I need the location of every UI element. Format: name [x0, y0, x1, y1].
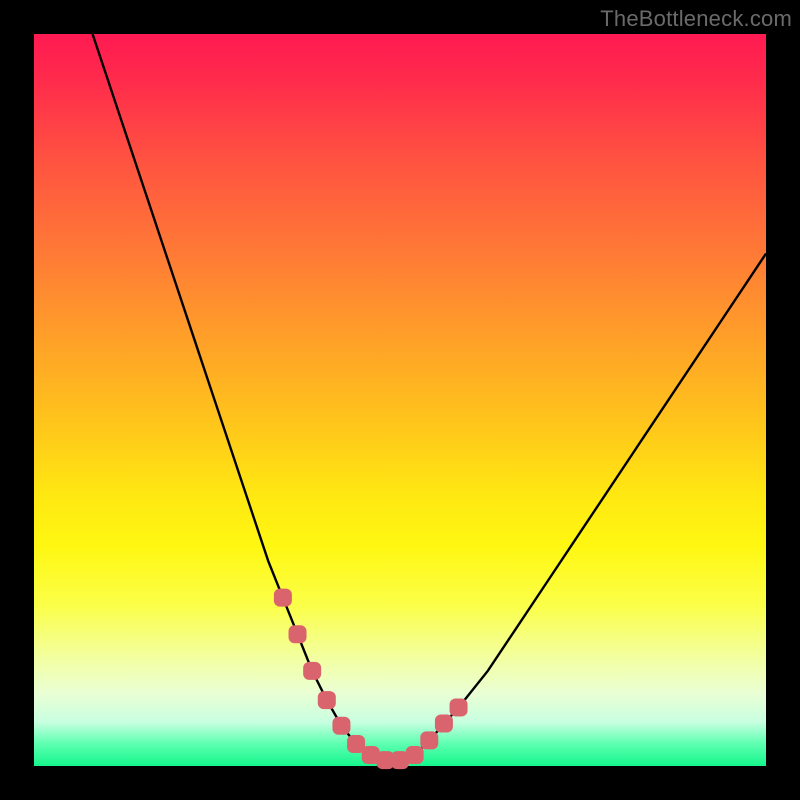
- curve-marker: [332, 717, 350, 735]
- watermark-text: TheBottleneck.com: [600, 6, 792, 32]
- curve-marker: [450, 698, 468, 716]
- curve-marker: [289, 625, 307, 643]
- chart-svg: [34, 34, 766, 766]
- curve-marker: [420, 731, 438, 749]
- curve-marker: [303, 662, 321, 680]
- curve-marker: [318, 691, 336, 709]
- curve-marker: [406, 746, 424, 764]
- curve-marker: [435, 715, 453, 733]
- bottleneck-curve: [93, 34, 766, 760]
- curve-marker: [274, 589, 292, 607]
- chart-frame: TheBottleneck.com: [0, 0, 800, 800]
- chart-plot-area: [34, 34, 766, 766]
- curve-markers: [274, 589, 468, 770]
